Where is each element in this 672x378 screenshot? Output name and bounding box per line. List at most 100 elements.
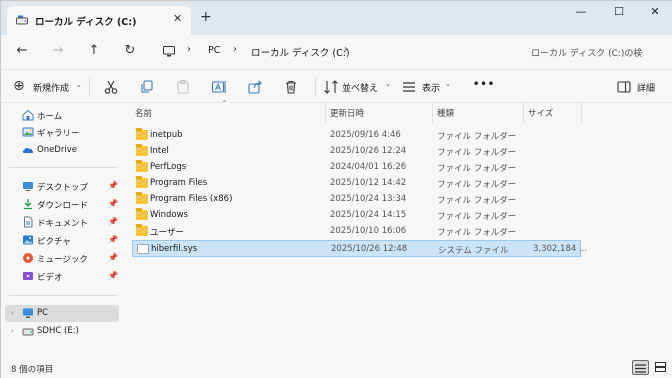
sort-button[interactable]: 並べ替え ⌄: [323, 70, 393, 104]
sidebar-item-home[interactable]: ホーム: [5, 107, 119, 124]
details-pane-label: 詳細: [637, 84, 656, 94]
forward-button[interactable]: →: [48, 42, 68, 60]
share-icon[interactable]: [247, 79, 263, 95]
chevron-right-icon[interactable]: ›: [11, 327, 14, 335]
copy-icon[interactable]: [139, 79, 155, 95]
system-file-icon: [137, 244, 149, 254]
chevron-right-icon[interactable]: ›: [187, 44, 191, 55]
pin-icon[interactable]: 📌: [108, 235, 118, 244]
sidebar-item-documents[interactable]: ドキュメント 📌: [5, 214, 119, 231]
folder-icon: [136, 144, 148, 156]
chevron-right-icon[interactable]: ›: [233, 44, 237, 55]
sidebar-item-desktop[interactable]: デスクトップ 📌: [5, 178, 119, 195]
home-icon: [22, 109, 34, 121]
sidebar-divider: [9, 295, 117, 296]
command-bar: ⊕ 新規作成 ⌄ 並べ替え ⌄ 表示 ⌄ ••• 詳細: [1, 69, 672, 103]
sidebar-item-gallery[interactable]: ギャラリー: [5, 124, 119, 141]
sidebar-item-videos[interactable]: ビデオ 📌: [5, 268, 119, 285]
pc-icon: [23, 308, 33, 318]
download-icon: [24, 199, 32, 210]
details-view-icon: [635, 364, 646, 373]
sidebar-item-label: デスクトップ: [37, 183, 89, 193]
drive-icon: [22, 328, 34, 336]
table-row-selected[interactable]: hiberfil.sys 2025/10/26 12:48 システム ファイル …: [132, 240, 587, 257]
pin-icon[interactable]: 📌: [108, 217, 118, 226]
table-row[interactable]: Intel 2025/10/26 12:24 ファイル フォルダー: [132, 143, 581, 159]
file-type: ファイル フォルダー: [437, 164, 517, 174]
file-explorer-window: ローカル ディスク (C:) ✕ + — ☐ ✕ ← → ↑ ↻ › PC › …: [0, 0, 672, 378]
sidebar-item-onedrive[interactable]: OneDrive: [5, 142, 119, 159]
folder-icon: [136, 192, 148, 204]
column-divider[interactable]: [325, 103, 326, 123]
table-row[interactable]: ユーザー 2025/10/10 16:06 ファイル フォルダー: [132, 223, 581, 239]
tab-local-disk[interactable]: ローカル ディスク (C:) ✕: [7, 6, 191, 35]
sort-button-label: 並べ替え: [342, 84, 379, 94]
file-name: Program Files (x86): [150, 194, 233, 204]
pc-icon: [163, 46, 175, 57]
gallery-icon: [22, 127, 34, 137]
table-row[interactable]: Windows 2025/10/24 14:15 ファイル フォルダー: [132, 207, 581, 223]
table-row[interactable]: Program Files (x86) 2025/10/24 13:34 ファイ…: [132, 191, 581, 207]
delete-icon[interactable]: [283, 79, 299, 95]
tab-close-icon[interactable]: ✕: [173, 12, 182, 25]
table-row[interactable]: PerfLogs 2024/04/01 16:26 ファイル フォルダー: [132, 159, 581, 175]
address-bar[interactable]: › PC › ローカル ディスク (C:) ›: [155, 40, 517, 64]
more-options-button[interactable]: •••: [473, 79, 495, 90]
column-header-date[interactable]: 更新日時: [330, 107, 364, 119]
up-button[interactable]: ↑: [84, 42, 104, 60]
column-divider[interactable]: [581, 103, 582, 123]
details-pane-button[interactable]: 詳細: [616, 70, 666, 104]
maximize-button[interactable]: ☐: [609, 5, 629, 21]
column-header-name[interactable]: 名前: [135, 107, 152, 119]
pin-icon[interactable]: 📌: [108, 253, 118, 262]
paste-icon[interactable]: [175, 79, 191, 95]
column-header-type[interactable]: 種類: [437, 107, 454, 119]
file-type: ファイル フォルダー: [437, 180, 517, 190]
sidebar-item-downloads[interactable]: ダウンロード 📌: [5, 196, 119, 213]
column-divider[interactable]: [523, 103, 524, 123]
table-row[interactable]: Program Files 2025/10/12 14:42 ファイル フォルダ…: [132, 175, 581, 191]
new-button-label: 新規作成: [33, 84, 70, 94]
sidebar-item-pictures[interactable]: ピクチャ 📌: [5, 232, 119, 249]
picture-icon: [23, 235, 33, 245]
sidebar-item-sdhc[interactable]: › SDHC (E:): [5, 323, 119, 340]
minimize-button[interactable]: —: [571, 5, 591, 21]
cut-icon[interactable]: [103, 79, 119, 95]
new-tab-button[interactable]: +: [200, 10, 212, 24]
address-row: ← → ↑ ↻ › PC › ローカル ディスク (C:) › ローカル ディス…: [1, 35, 672, 69]
breadcrumb-pc[interactable]: PC: [208, 45, 220, 56]
rename-icon[interactable]: [211, 79, 227, 95]
pin-icon[interactable]: 📌: [108, 271, 118, 280]
sidebar-item-pc[interactable]: › PC: [5, 305, 119, 322]
pin-icon[interactable]: 📌: [108, 199, 118, 208]
search-box[interactable]: ローカル ディスク (C:)の検: [520, 40, 668, 64]
toolbar-divider: [89, 78, 90, 96]
sidebar-item-music[interactable]: ミュージック 📌: [5, 250, 119, 267]
search-input[interactable]: ローカル ディスク (C:)の検: [531, 46, 642, 59]
file-type: ファイル フォルダー: [437, 196, 517, 206]
file-type: システム ファイル: [438, 246, 509, 256]
column-header-size[interactable]: サイズ: [528, 107, 553, 119]
file-date: 2025/10/24 14:15: [330, 210, 407, 220]
view-button-label: 表示: [422, 84, 441, 94]
sidebar-item-label: ホーム: [37, 112, 63, 122]
close-window-button[interactable]: ✕: [645, 5, 665, 21]
chevron-right-icon[interactable]: ›: [344, 44, 348, 55]
back-button[interactable]: ←: [12, 42, 32, 60]
tab-title: ローカル ディスク (C:): [35, 17, 137, 28]
breadcrumb-local-disk[interactable]: ローカル ディスク (C:): [251, 45, 350, 59]
view-button[interactable]: 表示 ⌄: [401, 70, 457, 104]
tiles-view-button[interactable]: [652, 360, 669, 375]
sort-ascending-icon: ⌃: [221, 99, 228, 108]
details-view-button[interactable]: [632, 360, 649, 375]
file-date: 2025/10/10 16:06: [330, 226, 407, 236]
sidebar-divider: [9, 167, 117, 168]
refresh-button[interactable]: ↻: [120, 42, 140, 60]
pin-icon[interactable]: 📌: [108, 181, 118, 190]
folder-icon: [136, 208, 148, 220]
column-divider[interactable]: [432, 103, 433, 123]
table-row[interactable]: inetpub 2025/09/16 4:46 ファイル フォルダー: [132, 127, 581, 143]
chevron-right-icon[interactable]: ›: [11, 309, 14, 317]
chevron-down-icon: ⌄: [445, 80, 451, 88]
file-name: Windows: [150, 210, 188, 220]
